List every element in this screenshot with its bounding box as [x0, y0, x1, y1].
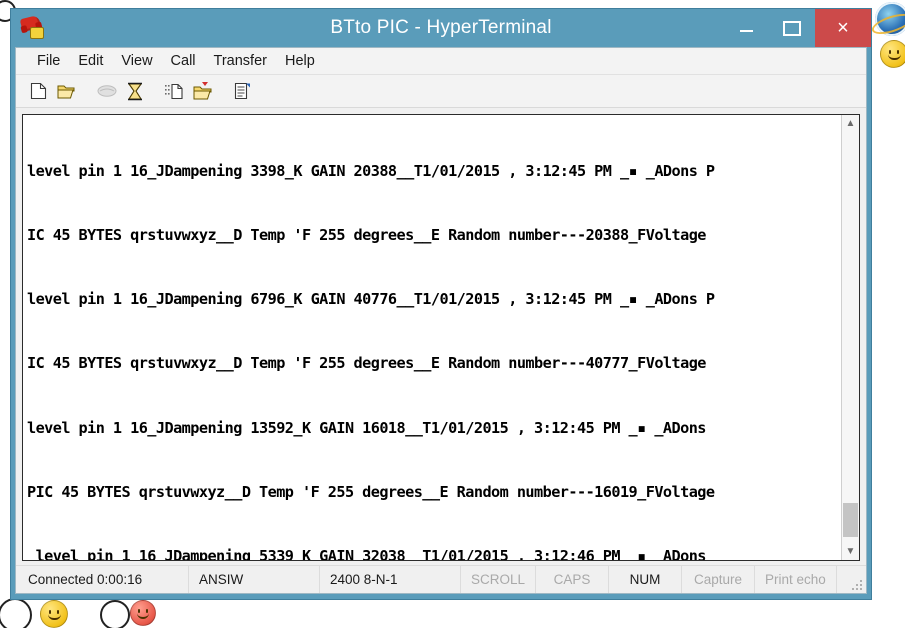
properties-icon [234, 82, 252, 100]
desktop-circle-decoration [0, 598, 32, 628]
terminal-output[interactable]: level pin 1 16_JDampening 3398_K GAIN 20… [23, 115, 841, 560]
new-connection-button[interactable] [26, 79, 51, 103]
receive-file-button[interactable] [190, 79, 215, 103]
menu-item-file[interactable]: File [28, 51, 69, 71]
window-titlebar[interactable]: BTto PIC - HyperTerminal × [11, 9, 871, 47]
status-filler [837, 566, 866, 593]
menu-item-help[interactable]: Help [276, 51, 324, 71]
modem-phone-icon [21, 16, 47, 40]
window-controls: × [723, 9, 871, 47]
scrollbar-track[interactable] [842, 132, 859, 543]
minimize-icon [740, 30, 753, 32]
desktop-smiley-yellow [40, 600, 68, 628]
open-folder-icon [57, 83, 76, 100]
maximize-button[interactable] [769, 9, 815, 47]
desktop-smiley-yellow [880, 40, 905, 68]
scrollbar-thumb[interactable] [843, 503, 858, 537]
minimize-button[interactable] [723, 9, 769, 47]
send-file-icon [165, 83, 184, 100]
terminal-line: level pin 1 16_JDampening 6796_K GAIN 40… [27, 289, 839, 310]
terminal-scrollbar[interactable]: ▲ ▼ [841, 115, 859, 560]
desktop-smiley-red [130, 600, 156, 626]
menubar: File Edit View Call Transfer Help [16, 48, 866, 75]
status-caps-indicator: CAPS [536, 566, 609, 593]
send-file-button[interactable] [162, 79, 187, 103]
statusbar: Connected 0:00:16 ANSIW 2400 8-N-1 SCROL… [16, 565, 866, 593]
properties-button[interactable] [230, 79, 255, 103]
menu-item-edit[interactable]: Edit [69, 51, 112, 71]
maximize-icon [783, 21, 801, 36]
disconnect-hangup-icon [126, 82, 144, 101]
status-print-echo-indicator: Print echo [755, 566, 837, 593]
open-folder-button[interactable] [54, 79, 79, 103]
menu-item-transfer[interactable]: Transfer [205, 51, 276, 71]
status-emulation: ANSIW [189, 566, 320, 593]
terminal-line: PIC 45 BYTES qrstuvwxyz__D Temp 'F 255 d… [27, 482, 839, 503]
terminal-line: level pin 1 16_JDampening 5339_K GAIN 32… [27, 546, 839, 560]
hyperterminal-window: BTto PIC - HyperTerminal × File Edit Vie… [10, 8, 872, 600]
status-line-settings: 2400 8-N-1 [320, 566, 461, 593]
terminal-line: level pin 1 16_JDampening 13592_K GAIN 1… [27, 418, 839, 439]
status-connection-time: Connected 0:00:16 [16, 566, 189, 593]
toolbar [16, 75, 866, 108]
terminal-line: IC 45 BYTES qrstuvwxyz__D Temp 'F 255 de… [27, 353, 839, 374]
call-phone-icon [97, 84, 117, 98]
desktop-circle-decoration [100, 600, 130, 628]
new-connection-icon [30, 82, 47, 100]
menu-item-view[interactable]: View [112, 51, 161, 71]
terminal-line: IC 45 BYTES qrstuvwxyz__D Temp 'F 255 de… [27, 225, 839, 246]
menu-item-call[interactable]: Call [162, 51, 205, 71]
terminal-panel: level pin 1 16_JDampening 3398_K GAIN 20… [22, 114, 860, 561]
disconnect-button[interactable] [122, 79, 147, 103]
terminal-line: level pin 1 16_JDampening 3398_K GAIN 20… [27, 161, 839, 182]
scroll-up-icon[interactable]: ▲ [842, 115, 859, 132]
window-client-area: File Edit View Call Transfer Help [15, 47, 867, 594]
status-scroll-indicator: SCROLL [461, 566, 536, 593]
call-button[interactable] [94, 79, 119, 103]
scroll-down-icon[interactable]: ▼ [842, 543, 859, 560]
desktop-browser-icon [875, 2, 905, 36]
receive-file-icon [193, 82, 212, 100]
close-button[interactable]: × [815, 9, 871, 47]
resize-grip-icon[interactable] [850, 578, 862, 590]
status-capture-indicator: Capture [682, 566, 755, 593]
status-num-indicator: NUM [609, 566, 682, 593]
